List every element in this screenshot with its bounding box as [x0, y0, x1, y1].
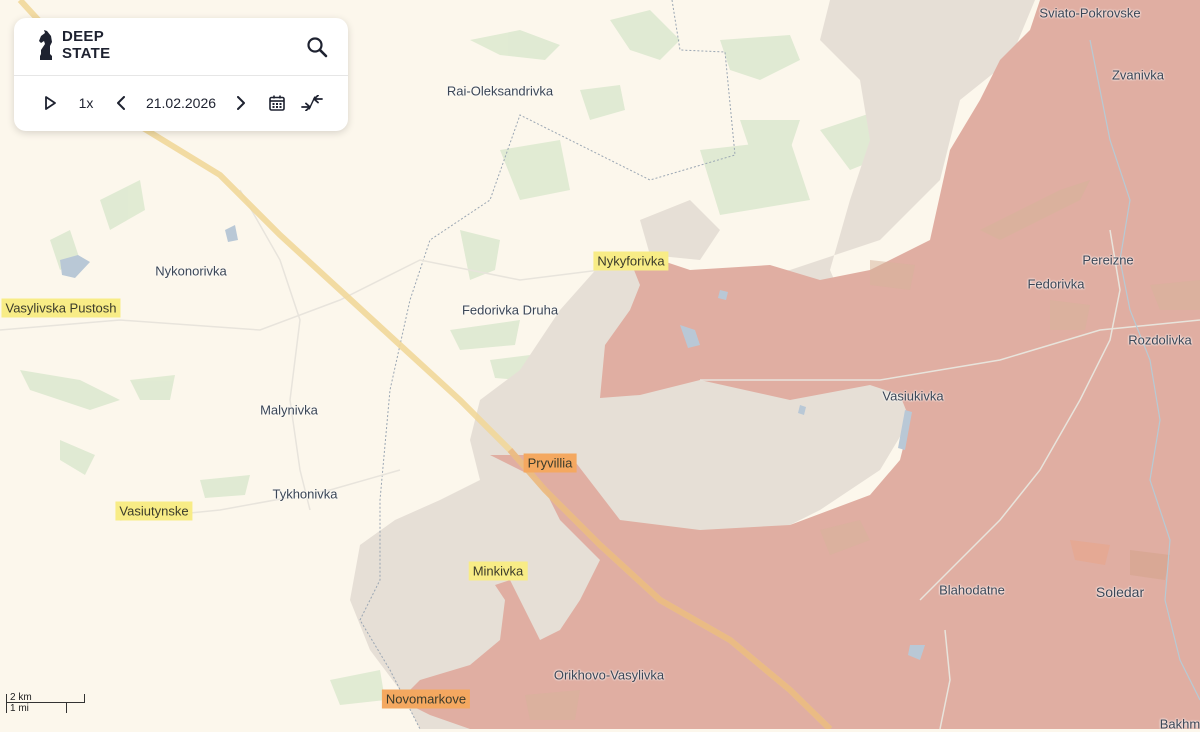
place-label[interactable]: Malynivka — [260, 403, 318, 418]
deepstate-logo[interactable]: DEEP STATE — [36, 28, 110, 62]
speed-button[interactable]: 1x — [74, 92, 98, 114]
play-button[interactable] — [42, 92, 58, 114]
place-label[interactable]: Fedorivka Druha — [462, 303, 558, 318]
brand-line-2: STATE — [62, 45, 111, 62]
scale-bar: 2 km 1 mi — [6, 690, 85, 714]
place-label[interactable]: Fedorivka — [1027, 277, 1084, 292]
place-label[interactable]: Zvanivka — [1112, 68, 1164, 83]
place-label[interactable]: Sviato-Pokrovske — [1039, 6, 1140, 21]
place-label[interactable]: Orikhovo-Vasylivka — [554, 668, 664, 683]
place-label[interactable]: Rozdolivka — [1128, 333, 1192, 348]
date-display[interactable]: 21.02.2026 — [141, 92, 221, 114]
place-label[interactable]: Pereizne — [1082, 253, 1133, 268]
knight-icon — [39, 30, 52, 60]
search-button[interactable] — [306, 36, 328, 58]
search-icon — [307, 37, 328, 58]
brand-name: DEEP STATE — [62, 28, 110, 62]
place-label[interactable]: Soledar — [1096, 584, 1144, 600]
prev-date-button[interactable] — [114, 92, 128, 114]
control-panel: DEEP STATE 1x 21.02.2026 — [14, 18, 348, 131]
next-date-button[interactable] — [234, 92, 248, 114]
place-label[interactable]: Tykhonivka — [272, 487, 337, 502]
compare-arrows-icon — [301, 95, 323, 111]
panel-header: DEEP STATE — [14, 18, 348, 76]
scale-metric: 2 km — [6, 693, 85, 703]
place-label[interactable]: Vasiukivka — [882, 389, 943, 404]
place-label-highlighted[interactable]: Vasiutynske — [115, 501, 193, 521]
place-label-highlighted[interactable]: Novomarkove — [381, 689, 471, 709]
chevron-right-icon — [237, 96, 245, 110]
scale-imperial: 1 mi — [6, 703, 67, 714]
brand-line-1: DEEP — [62, 28, 105, 45]
place-label-highlighted[interactable]: Vasylivska Pustosh — [1, 298, 121, 318]
place-label[interactable]: Blahodatne — [939, 583, 1005, 598]
timeline-controls: 1x 21.02.2026 — [14, 75, 348, 131]
place-label-highlighted[interactable]: Nykyforivka — [593, 251, 669, 271]
place-label[interactable]: Bakhm — [1160, 717, 1200, 732]
calendar-icon — [269, 95, 285, 111]
place-label[interactable]: Rai-Oleksandrivka — [447, 84, 553, 99]
chevron-left-icon — [117, 96, 125, 110]
calendar-button[interactable] — [267, 92, 287, 114]
place-label[interactable]: Nykonorivka — [155, 264, 227, 279]
place-label-highlighted[interactable]: Pryvillia — [523, 453, 577, 473]
compare-button[interactable] — [300, 92, 324, 114]
play-icon — [45, 96, 56, 110]
place-label-highlighted[interactable]: Minkivka — [468, 561, 528, 581]
